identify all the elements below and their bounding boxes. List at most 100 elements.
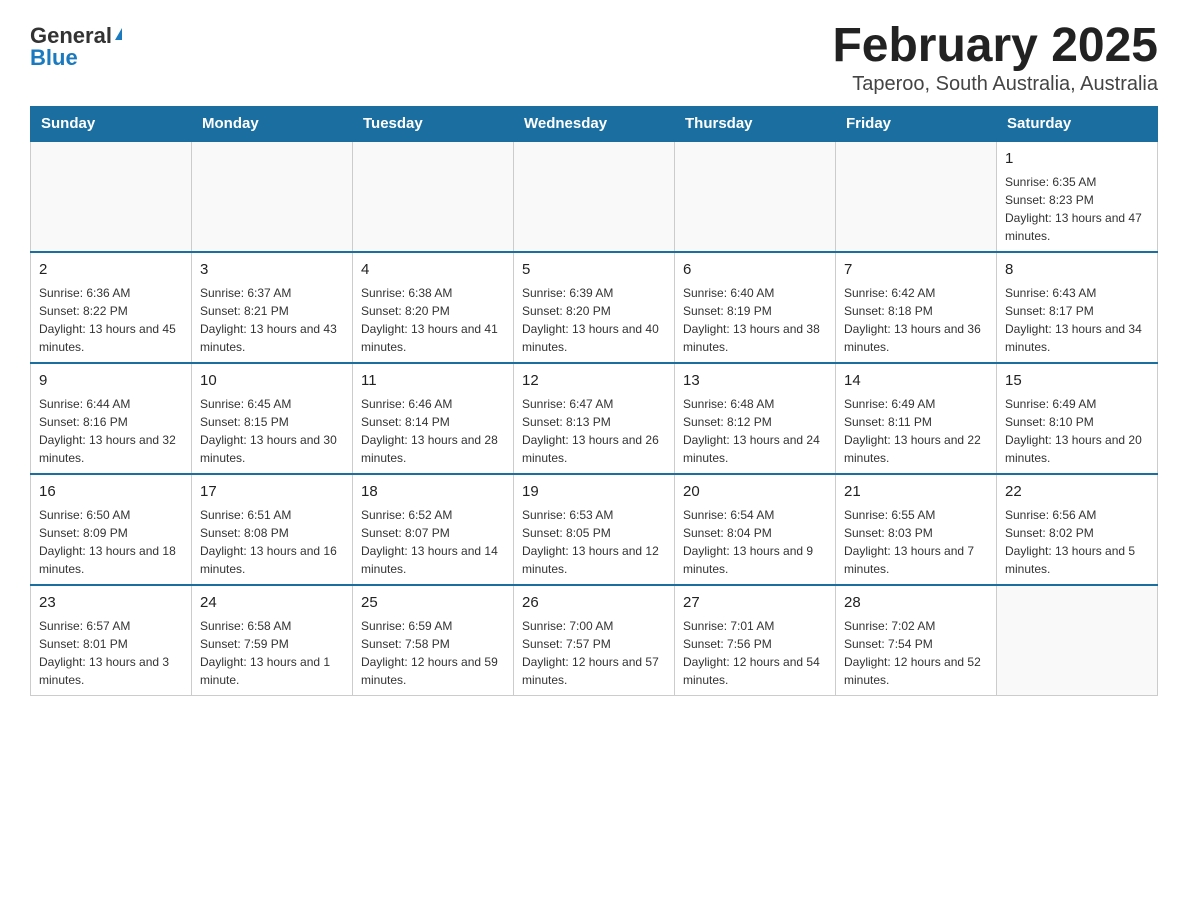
day-info: Sunrise: 6:39 AMSunset: 8:20 PMDaylight:…	[522, 284, 666, 356]
day-info: Sunrise: 6:49 AMSunset: 8:11 PMDaylight:…	[844, 395, 988, 467]
day-number: 1	[1005, 148, 1149, 169]
day-number: 22	[1005, 481, 1149, 502]
calendar-cell-w3-d1: 9 Sunrise: 6:44 AMSunset: 8:16 PMDaylight…	[31, 363, 192, 474]
day-info: Sunrise: 6:56 AMSunset: 8:02 PMDaylight:…	[1005, 506, 1149, 578]
day-number: 19	[522, 481, 666, 502]
calendar-table: SundayMondayTuesdayWednesdayThursdayFrid…	[30, 106, 1158, 696]
calendar-cell-w1-d5	[675, 141, 836, 252]
header-saturday: Saturday	[997, 106, 1158, 141]
day-number: 8	[1005, 259, 1149, 280]
day-number: 7	[844, 259, 988, 280]
day-number: 6	[683, 259, 827, 280]
calendar-cell-w3-d2: 10Sunrise: 6:45 AMSunset: 8:15 PMDayligh…	[192, 363, 353, 474]
calendar-cell-w4-d5: 20 Sunrise: 6:54 AMSunset: 8:04 PMDayligh…	[675, 474, 836, 585]
logo-blue-text: Blue	[30, 47, 78, 69]
day-info: Sunrise: 6:58 AMSunset: 7:59 PMDaylight:…	[200, 617, 344, 689]
day-info: Sunrise: 6:55 AMSunset: 8:03 PMDaylight:…	[844, 506, 988, 578]
day-info: Sunrise: 6:43 AMSunset: 8:17 PMDaylight:…	[1005, 284, 1149, 356]
logo-general-text: General	[30, 25, 112, 47]
calendar-week-1: 1 Sunrise: 6:35 AMSunset: 8:23 PMDaylight…	[31, 141, 1158, 252]
day-number: 25	[361, 592, 505, 613]
calendar-cell-w5-d4: 26 Sunrise: 7:00 AMSunset: 7:57 PMDayligh…	[514, 585, 675, 696]
calendar-cell-w1-d4	[514, 141, 675, 252]
day-number: 13	[683, 370, 827, 391]
header-wednesday: Wednesday	[514, 106, 675, 141]
calendar-cell-w2-d6: 7 Sunrise: 6:42 AMSunset: 8:18 PMDaylight…	[836, 252, 997, 363]
calendar-cell-w2-d4: 5 Sunrise: 6:39 AMSunset: 8:20 PMDaylight…	[514, 252, 675, 363]
calendar-cell-w5-d6: 28 Sunrise: 7:02 AMSunset: 7:54 PMDayligh…	[836, 585, 997, 696]
day-number: 10	[200, 370, 344, 391]
calendar-cell-w5-d5: 27 Sunrise: 7:01 AMSunset: 7:56 PMDayligh…	[675, 585, 836, 696]
day-number: 14	[844, 370, 988, 391]
calendar-cell-w5-d2: 24 Sunrise: 6:58 AMSunset: 7:59 PMDayligh…	[192, 585, 353, 696]
day-number: 5	[522, 259, 666, 280]
day-info: Sunrise: 6:44 AMSunset: 8:16 PMDaylight:…	[39, 395, 183, 467]
calendar-cell-w1-d1	[31, 141, 192, 252]
day-number: 11	[361, 370, 505, 391]
day-number: 27	[683, 592, 827, 613]
calendar-cell-w4-d3: 18 Sunrise: 6:52 AMSunset: 8:07 PMDayligh…	[353, 474, 514, 585]
day-info: Sunrise: 6:53 AMSunset: 8:05 PMDaylight:…	[522, 506, 666, 578]
day-info: Sunrise: 6:51 AMSunset: 8:08 PMDaylight:…	[200, 506, 344, 578]
calendar-cell-w3-d6: 14 Sunrise: 6:49 AMSunset: 8:11 PMDayligh…	[836, 363, 997, 474]
calendar-week-4: 16 Sunrise: 6:50 AMSunset: 8:09 PMDayligh…	[31, 474, 1158, 585]
header-thursday: Thursday	[675, 106, 836, 141]
day-number: 17	[200, 481, 344, 502]
day-number: 16	[39, 481, 183, 502]
day-number: 3	[200, 259, 344, 280]
calendar-cell-w3-d4: 12Sunrise: 6:47 AMSunset: 8:13 PMDayligh…	[514, 363, 675, 474]
header-monday: Monday	[192, 106, 353, 141]
calendar-cell-w2-d3: 4Sunrise: 6:38 AMSunset: 8:20 PMDaylight…	[353, 252, 514, 363]
page-title: February 2025	[832, 20, 1158, 73]
day-info: Sunrise: 6:37 AMSunset: 8:21 PMDaylight:…	[200, 284, 344, 356]
title-section: February 2025 Taperoo, South Australia, …	[832, 20, 1158, 96]
day-info: Sunrise: 6:46 AMSunset: 8:14 PMDaylight:…	[361, 395, 505, 467]
logo-triangle-icon	[115, 28, 122, 40]
day-info: Sunrise: 6:36 AMSunset: 8:22 PMDaylight:…	[39, 284, 183, 356]
day-number: 24	[200, 592, 344, 613]
day-number: 20	[683, 481, 827, 502]
day-number: 4	[361, 259, 505, 280]
calendar-cell-w1-d6	[836, 141, 997, 252]
calendar-cell-w4-d7: 22 Sunrise: 6:56 AMSunset: 8:02 PMDayligh…	[997, 474, 1158, 585]
day-number: 21	[844, 481, 988, 502]
day-info: Sunrise: 7:00 AMSunset: 7:57 PMDaylight:…	[522, 617, 666, 689]
calendar-cell-w2-d2: 3 Sunrise: 6:37 AMSunset: 8:21 PMDaylight…	[192, 252, 353, 363]
calendar-cell-w3-d3: 11 Sunrise: 6:46 AMSunset: 8:14 PMDayligh…	[353, 363, 514, 474]
page-header: General Blue February 2025 Taperoo, Sout…	[30, 20, 1158, 96]
day-info: Sunrise: 6:50 AMSunset: 8:09 PMDaylight:…	[39, 506, 183, 578]
header-friday: Friday	[836, 106, 997, 141]
calendar-cell-w4-d4: 19 Sunrise: 6:53 AMSunset: 8:05 PMDayligh…	[514, 474, 675, 585]
day-info: Sunrise: 6:40 AMSunset: 8:19 PMDaylight:…	[683, 284, 827, 356]
calendar-cell-w5-d3: 25 Sunrise: 6:59 AMSunset: 7:58 PMDayligh…	[353, 585, 514, 696]
calendar-header-row: SundayMondayTuesdayWednesdayThursdayFrid…	[31, 106, 1158, 141]
calendar-cell-w1-d3	[353, 141, 514, 252]
day-info: Sunrise: 6:42 AMSunset: 8:18 PMDaylight:…	[844, 284, 988, 356]
calendar-week-3: 9 Sunrise: 6:44 AMSunset: 8:16 PMDaylight…	[31, 363, 1158, 474]
day-number: 23	[39, 592, 183, 613]
day-info: Sunrise: 6:35 AMSunset: 8:23 PMDaylight:…	[1005, 173, 1149, 245]
day-info: Sunrise: 6:54 AMSunset: 8:04 PMDaylight:…	[683, 506, 827, 578]
day-info: Sunrise: 6:59 AMSunset: 7:58 PMDaylight:…	[361, 617, 505, 689]
day-number: 9	[39, 370, 183, 391]
calendar-cell-w5-d1: 23 Sunrise: 6:57 AMSunset: 8:01 PMDayligh…	[31, 585, 192, 696]
day-info: Sunrise: 7:01 AMSunset: 7:56 PMDaylight:…	[683, 617, 827, 689]
day-number: 26	[522, 592, 666, 613]
day-info: Sunrise: 6:48 AMSunset: 8:12 PMDaylight:…	[683, 395, 827, 467]
day-info: Sunrise: 6:49 AMSunset: 8:10 PMDaylight:…	[1005, 395, 1149, 467]
calendar-cell-w5-d7	[997, 585, 1158, 696]
header-sunday: Sunday	[31, 106, 192, 141]
calendar-week-2: 2 Sunrise: 6:36 AMSunset: 8:22 PMDaylight…	[31, 252, 1158, 363]
day-number: 15	[1005, 370, 1149, 391]
day-number: 28	[844, 592, 988, 613]
calendar-cell-w4-d1: 16 Sunrise: 6:50 AMSunset: 8:09 PMDayligh…	[31, 474, 192, 585]
calendar-week-5: 23 Sunrise: 6:57 AMSunset: 8:01 PMDayligh…	[31, 585, 1158, 696]
page-subtitle: Taperoo, South Australia, Australia	[832, 73, 1158, 96]
day-info: Sunrise: 6:52 AMSunset: 8:07 PMDaylight:…	[361, 506, 505, 578]
day-number: 18	[361, 481, 505, 502]
day-info: Sunrise: 7:02 AMSunset: 7:54 PMDaylight:…	[844, 617, 988, 689]
calendar-cell-w4-d6: 21 Sunrise: 6:55 AMSunset: 8:03 PMDayligh…	[836, 474, 997, 585]
calendar-cell-w1-d2	[192, 141, 353, 252]
day-number: 2	[39, 259, 183, 280]
day-info: Sunrise: 6:57 AMSunset: 8:01 PMDaylight:…	[39, 617, 183, 689]
